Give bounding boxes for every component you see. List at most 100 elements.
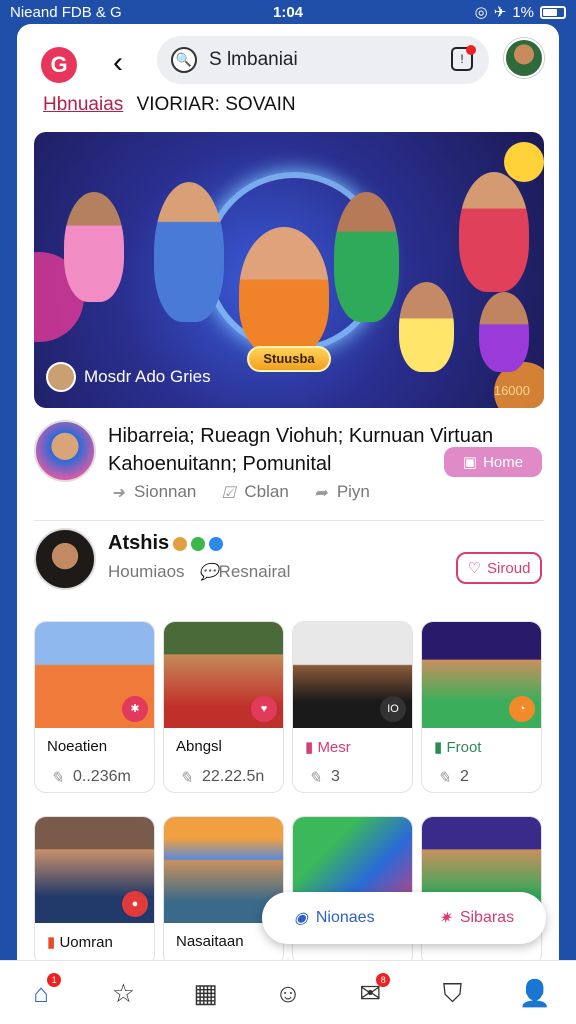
meta-text: Houmiaos (108, 562, 185, 581)
video-tile[interactable]: ◔ ▮ Froot ✎ 2 (421, 621, 542, 793)
status-bar: Nieand FDB & G 1:04 ◎ ✈ 1% (0, 0, 576, 24)
tile-label: Nasaitaan (176, 933, 244, 950)
nav-messages-icon[interactable]: ✉ 8 (354, 972, 391, 1009)
action-forward[interactable]: ➦ Piyn (311, 482, 370, 502)
hero-glow (504, 142, 544, 182)
follow-label: Siroud (487, 559, 531, 577)
creator-name: Mosdr Ado Gries (84, 367, 211, 386)
user-circle-icon: ◉ (293, 910, 308, 927)
tile-badge-icon: IO (380, 696, 406, 722)
badge-icon (173, 536, 188, 551)
video-tile[interactable]: ♥ Abngsl ✎ 22.22.5n (163, 621, 284, 793)
float-right-button[interactable]: ✷ Sibaras (438, 908, 514, 928)
tile-count-text: 2 (460, 768, 469, 785)
meta-text: Resnairal (218, 562, 291, 581)
post-title: Hibarreia; Rueagn Viohuh; Kurnuan Virtua… (108, 422, 493, 478)
nav-star-icon[interactable]: ☆ (107, 977, 139, 1009)
search-input[interactable]: S lmbaniai (209, 49, 298, 71)
hero-creator[interactable]: Mosdr Ado Gries (46, 362, 211, 392)
check-icon: ☑ (221, 485, 236, 502)
battery-icon (540, 5, 566, 19)
nav-shield-icon[interactable]: ⛉ (437, 977, 469, 1009)
heart-icon: ♡ (467, 560, 482, 577)
subheading-link[interactable]: Hbnuaias (43, 94, 123, 115)
tile-count: ✎ 0..236m (47, 768, 131, 787)
nav-chat-icon[interactable]: ☺ (272, 977, 304, 1009)
video-tile[interactable]: IO ▮ Mesr ✎ 3 (292, 621, 413, 793)
home-tag-label: Home (483, 453, 524, 471)
nav-home-icon[interactable]: ⌂ 1 (25, 972, 62, 1009)
status-left: Nieand FDB & G (10, 3, 122, 21)
pin-icon: ✎ (308, 770, 322, 787)
floating-action-bar: ◉ Nionaes ✷ Sibaras (262, 892, 546, 944)
profile-avatar[interactable] (504, 38, 544, 78)
tile-badge-icon: ◔ (509, 696, 535, 722)
video-tile[interactable]: Nasaitaan (163, 816, 284, 966)
tile-thumbnail: ✱ (35, 622, 154, 728)
search-bar[interactable]: 🔍 S lmbaniai ! (157, 36, 489, 84)
pin-icon: ✎ (179, 770, 193, 787)
chat-badge: 8 (376, 972, 391, 987)
image-icon: ▣ (462, 454, 478, 471)
creator-name-text: Atshis (108, 532, 170, 554)
creator-row-avatar[interactable] (34, 528, 96, 590)
meta-item: 💬Resnairal (199, 562, 291, 582)
search-icon: 🔍 (171, 47, 197, 73)
nav-gallery-icon[interactable]: ▦ (190, 977, 222, 1009)
hero-character (154, 182, 224, 322)
tile-label: Noeatien (47, 738, 108, 755)
post-card[interactable]: Hibarreia; Rueagn Viohuh; Kurnuan Virtua… (34, 420, 544, 520)
tile-count: ✎ 22.22.5n (176, 768, 265, 787)
hero-character (334, 192, 399, 322)
video-tile[interactable]: ● ▮ Uomran (34, 816, 155, 966)
creator-row-name: Atshis (108, 532, 224, 555)
tile-flag-icon: ▮ (47, 934, 56, 951)
action-share[interactable]: ➜ Sionnan (108, 482, 196, 502)
share-icon: ➜ (111, 485, 125, 502)
tile-count-text: 22.22.5n (202, 768, 265, 785)
creator-row[interactable]: Atshis Houmiaos 💬Resnairal ♡ Siroud (34, 528, 544, 598)
tile-thumbnail: ♥ (164, 622, 283, 728)
hero-character (239, 227, 329, 357)
post-avatar[interactable] (34, 420, 96, 482)
tile-count: ✎ 3 (305, 768, 340, 787)
tile-label: ▮ Froot (434, 738, 481, 756)
hero-view-count: 16000 (493, 383, 530, 398)
post-title-line: Hibarreia; Rueagn Viohuh; Kurnuan Virtua… (108, 425, 494, 447)
app-logo-icon[interactable]: G (41, 47, 77, 83)
tile-thumbnail: IO (293, 622, 412, 728)
tile-badge-icon: ✱ (122, 696, 148, 722)
pin-icon: ✎ (437, 770, 451, 787)
follow-button[interactable]: ♡ Siroud (456, 552, 542, 584)
video-tile[interactable]: ✱ Noeatien ✎ 0..236m (34, 621, 155, 793)
hero-character (399, 282, 454, 372)
divider (34, 520, 544, 521)
action-comment[interactable]: ☑ Cblan (218, 482, 289, 502)
tile-count-text: 3 (331, 768, 340, 785)
bottom-nav: ⌂ 1 ☆ ▦ ☺ ✉ 8 ⛉ 👤 (0, 960, 576, 1024)
post-actions: ➜ Sionnan ☑ Cblan ➦ Piyn (108, 482, 370, 502)
action-label: Cblan (244, 482, 289, 501)
hero-character (459, 172, 529, 292)
hero-banner[interactable]: Stuusba Mosdr Ado Gries 16000 (34, 132, 544, 408)
nav-profile-icon[interactable]: 👤 (519, 977, 551, 1009)
hero-character (479, 292, 529, 372)
tile-label: Abngsl (176, 738, 222, 755)
notification-icon[interactable]: ! (451, 45, 476, 71)
tile-count: ✎ 2 (434, 768, 469, 787)
tile-label-text: Froot (446, 739, 482, 756)
tile-label-text: Uomran (59, 934, 113, 951)
float-right-label: Sibaras (459, 909, 515, 926)
forward-icon: ➦ (314, 485, 328, 502)
hero-pill-button[interactable]: Stuusba (247, 346, 331, 372)
home-tag-button[interactable]: ▣ Home (444, 447, 542, 477)
float-left-button[interactable]: ◉ Nionaes (294, 908, 375, 928)
tile-label: ▮ Mesr (305, 738, 351, 756)
action-label: Sionnan (134, 482, 197, 501)
tile-badge-icon: ● (122, 891, 148, 917)
subheading-text: VIORIAR: SOVAIN (136, 94, 296, 115)
creator-row-meta: Houmiaos 💬Resnairal (108, 562, 290, 582)
creator-avatar (46, 362, 76, 392)
tile-thumbnail: ● (35, 817, 154, 923)
back-button[interactable]: ‹ (113, 46, 123, 80)
